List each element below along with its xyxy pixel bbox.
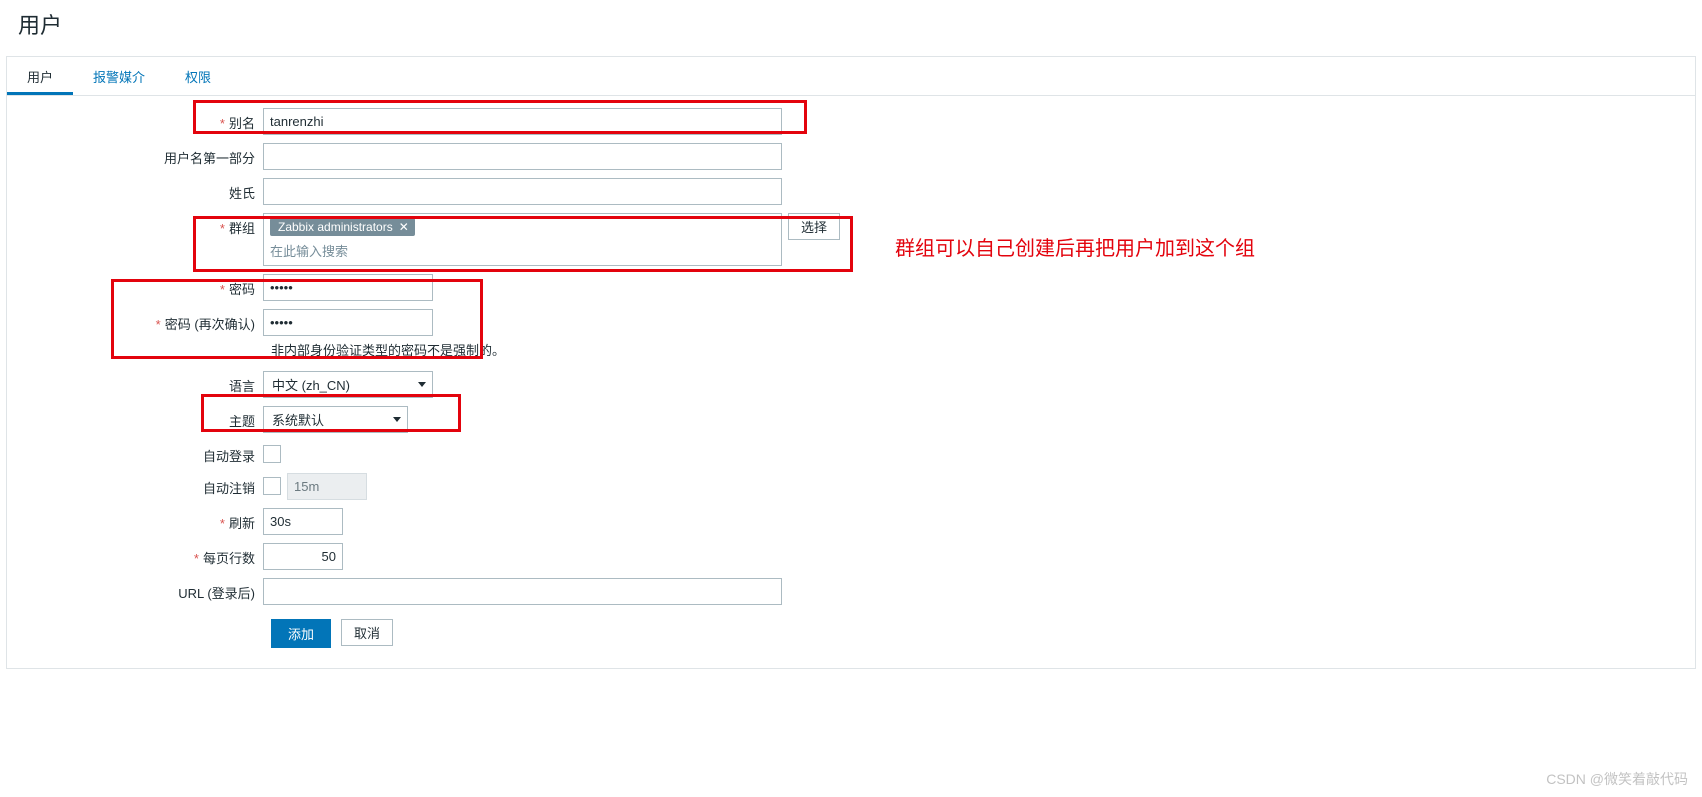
language-select-value: 中文 (zh_CN) [272,375,350,394]
content-card: 用户 报警媒介 权限 群组可以自己创建后再把用户加到这个组 别名 用户名第一部分 [6,56,1696,669]
tab-user[interactable]: 用户 [7,57,73,95]
chevron-down-icon [418,382,426,387]
groups-multiselect[interactable]: Zabbix administrators ✕ [263,213,782,266]
add-button[interactable]: 添加 [271,619,331,648]
rows-input[interactable] [263,543,343,570]
cancel-button[interactable]: 取消 [341,619,393,646]
annotation-groups: 群组可以自己创建后再把用户加到这个组 [895,232,1255,261]
url-input[interactable] [263,578,782,605]
group-tag: Zabbix administrators ✕ [270,218,415,236]
label-autologout: 自动注销 [25,473,263,497]
label-url: URL (登录后) [25,578,263,602]
groups-search-input[interactable] [268,240,777,262]
tab-permissions[interactable]: 权限 [165,57,231,95]
firstname-input[interactable] [263,143,782,170]
autologin-checkbox[interactable] [263,445,281,463]
label-autologin: 自动登录 [25,441,263,465]
autologout-checkbox[interactable] [263,477,281,495]
label-rows: 每页行数 [25,543,263,567]
user-form: 群组可以自己创建后再把用户加到这个组 别名 用户名第一部分 姓氏 [7,96,1695,668]
chevron-down-icon [393,417,401,422]
tab-media[interactable]: 报警媒介 [73,57,165,95]
password-hint: 非内部身份验证类型的密码不是强制的。 [271,340,1677,359]
label-theme: 主题 [25,406,263,430]
label-password: 密码 [25,274,263,298]
language-select[interactable]: 中文 (zh_CN) [263,371,433,398]
label-password-confirm: 密码 (再次确认) [25,309,263,333]
label-groups: 群组 [25,213,263,237]
select-groups-button[interactable]: 选择 [788,213,840,240]
group-tag-label: Zabbix administrators [278,220,393,234]
main-scroll-container[interactable]: 用户 用户 报警媒介 权限 群组可以自己创建后再把用户加到这个组 别名 [0,0,1702,797]
remove-tag-icon[interactable]: ✕ [399,220,409,234]
refresh-input[interactable] [263,508,343,535]
theme-select[interactable]: 系统默认 [263,406,408,433]
label-refresh: 刷新 [25,508,263,532]
page-title: 用户 [18,8,1684,40]
password-input[interactable] [263,274,433,301]
autologout-value: 15m [287,473,367,500]
tabs: 用户 报警媒介 权限 [7,57,1695,96]
label-firstname: 用户名第一部分 [25,143,263,167]
label-language: 语言 [25,371,263,395]
theme-select-value: 系统默认 [272,410,324,429]
password-confirm-input[interactable] [263,309,433,336]
alias-input[interactable] [263,108,782,135]
label-surname: 姓氏 [25,178,263,202]
surname-input[interactable] [263,178,782,205]
label-alias: 别名 [25,108,263,132]
